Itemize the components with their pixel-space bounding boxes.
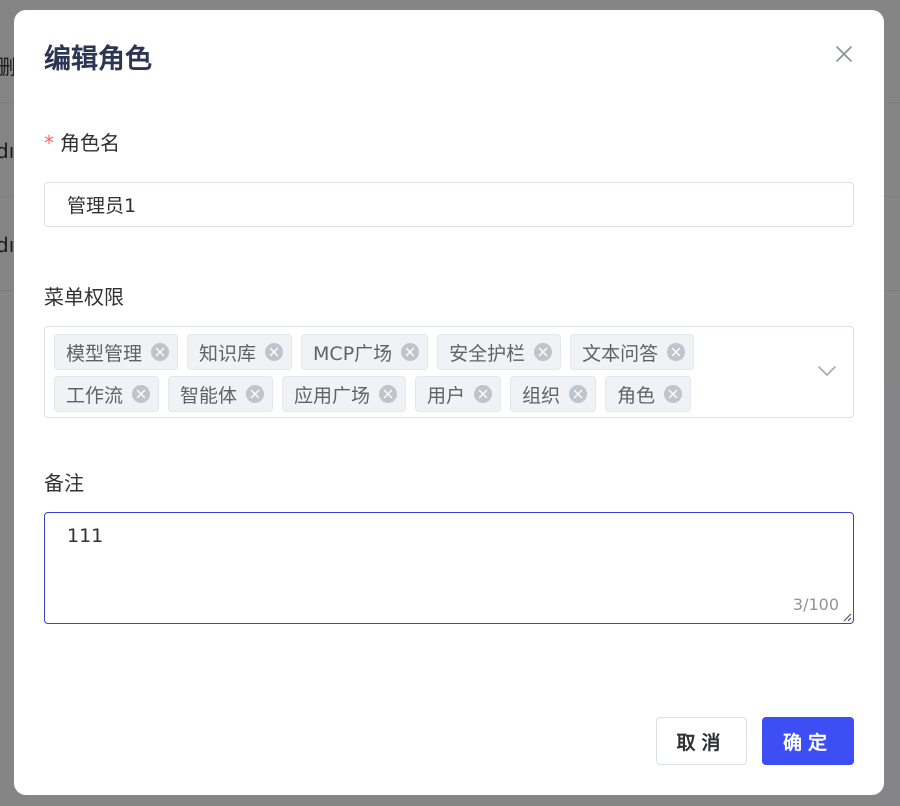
permission-tag-label: 组织 xyxy=(522,384,561,407)
permission-tags: 模型管理 知识库 MCP广场 安全护栏 文本问答工作流 智能体 应用广场 用户 组织 角色 xyxy=(54,334,794,412)
tag-remove-icon[interactable] xyxy=(533,342,553,362)
remark-label: 备注 xyxy=(44,471,84,495)
permission-tag: MCP广场 xyxy=(301,334,429,370)
tag-remove-icon[interactable] xyxy=(264,342,284,362)
permission-tag-label: MCP广场 xyxy=(313,342,393,365)
permission-tag-label: 智能体 xyxy=(180,384,238,407)
tag-remove-icon[interactable] xyxy=(473,384,493,404)
resize-handle-icon[interactable] xyxy=(842,612,852,622)
menu-permissions-select[interactable]: 模型管理 知识库 MCP广场 安全护栏 文本问答工作流 智能体 应用广场 用户 组织 角色 xyxy=(44,326,854,418)
tag-remove-icon[interactable] xyxy=(245,384,265,404)
tag-remove-icon[interactable] xyxy=(150,342,170,362)
permission-tag-label: 应用广场 xyxy=(294,384,371,407)
permission-tag-label: 用户 xyxy=(427,384,466,407)
tag-remove-icon[interactable] xyxy=(663,384,683,404)
role-name-label: * 角色名 xyxy=(44,128,120,158)
tag-remove-icon[interactable] xyxy=(666,342,686,362)
permission-tag: 文本问答 xyxy=(570,334,695,370)
close-button[interactable] xyxy=(832,42,856,66)
permission-tag: 组织 xyxy=(510,376,597,412)
permission-tag: 模型管理 xyxy=(54,334,179,370)
menu-permissions-label: 菜单权限 xyxy=(44,285,124,309)
tag-remove-icon[interactable] xyxy=(400,342,420,362)
permission-tag-label: 安全护栏 xyxy=(449,342,526,365)
tag-remove-icon[interactable] xyxy=(568,384,588,404)
tag-remove-icon[interactable] xyxy=(131,384,151,404)
cancel-button[interactable]: 取消 xyxy=(656,717,747,765)
permission-tag: 用户 xyxy=(415,376,502,412)
permission-tag: 安全护栏 xyxy=(437,334,562,370)
required-mark: * xyxy=(44,131,54,155)
permission-tag-label: 知识库 xyxy=(199,342,257,365)
permission-tag: 知识库 xyxy=(187,334,293,370)
permission-tag: 应用广场 xyxy=(282,376,407,412)
permission-tag: 角色 xyxy=(605,376,692,412)
remark-textarea[interactable]: 111 xyxy=(45,513,853,623)
remark-word-count: 3/100 xyxy=(792,595,839,614)
role-name-label-text: 角色名 xyxy=(60,131,120,155)
permission-tag: 工作流 xyxy=(54,376,160,412)
close-icon xyxy=(836,46,852,62)
tag-remove-icon[interactable] xyxy=(378,384,398,404)
dialog-title: 编辑角色 xyxy=(44,44,152,75)
remark-textarea-wrapper: 111 3/100 xyxy=(44,512,854,624)
role-name-input[interactable] xyxy=(44,182,854,227)
permission-tag: 智能体 xyxy=(168,376,274,412)
edit-role-dialog: 编辑角色 *角色名 菜单权限 模型管理 知识库 MCP广场 安全护栏 文本问答工作流 智能… xyxy=(14,10,884,795)
permission-tag-label: 模型管理 xyxy=(66,342,143,365)
permission-tag-label: 文本问答 xyxy=(582,342,659,365)
chevron-down-icon[interactable] xyxy=(817,364,837,378)
permission-tag-label: 角色 xyxy=(617,384,656,407)
confirm-button[interactable]: 确定 xyxy=(762,717,854,765)
permission-tag-label: 工作流 xyxy=(66,384,124,407)
